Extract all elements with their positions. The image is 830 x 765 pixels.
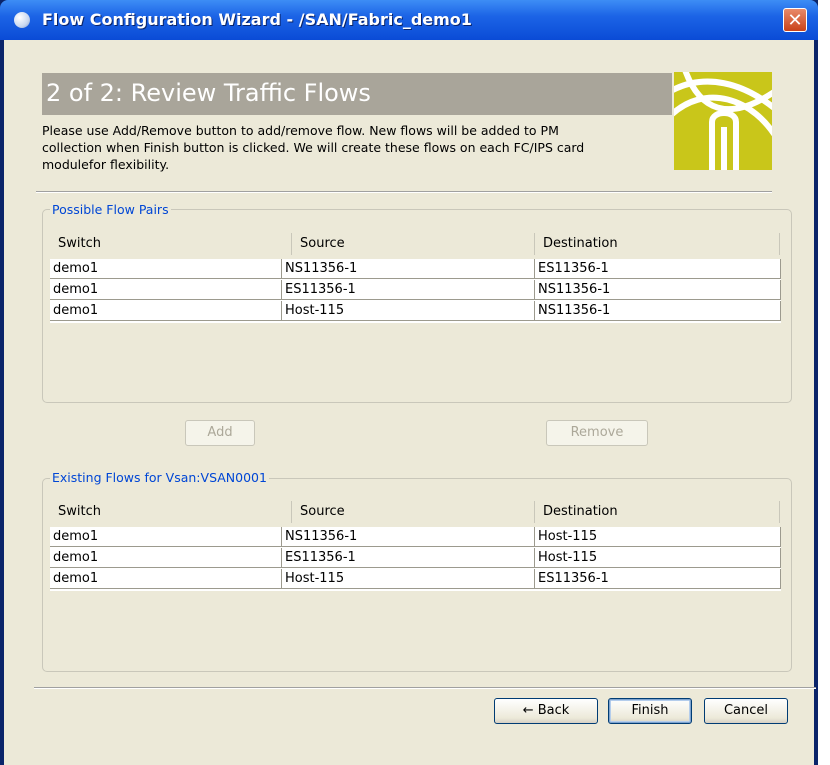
back-button[interactable]: ← Back — [494, 698, 598, 724]
column-header-destination[interactable]: Destination — [535, 501, 780, 523]
window-title: Flow Configuration Wizard - /SAN/Fabric_… — [42, 10, 472, 29]
cell-source: ES11356-1 — [282, 280, 535, 300]
existing-flows-table: demo1 NS11356-1 Host-115 demo1 ES11356-1… — [50, 527, 781, 591]
back-arrow-icon: ← — [522, 703, 534, 718]
wizard-body: 2 of 2: Review Traffic Flows Please use … — [4, 40, 816, 765]
add-button[interactable]: Add — [185, 420, 255, 446]
table-row[interactable]: demo1 Host-115 NS11356-1 — [50, 301, 781, 321]
cell-source: NS11356-1 — [282, 259, 535, 279]
close-icon: ✕ — [787, 10, 803, 31]
header-bar: 2 of 2: Review Traffic Flows — [42, 73, 672, 115]
page-description: Please use Add/Remove button to add/remo… — [42, 122, 672, 173]
column-header-switch[interactable]: Switch — [50, 501, 292, 523]
column-header-source[interactable]: Source — [292, 233, 535, 255]
existing-flows-label: Existing Flows for Vsan:VSAN0001 — [50, 470, 269, 485]
logo-icon — [674, 72, 772, 170]
wizard-window: Flow Configuration Wizard - /SAN/Fabric_… — [0, 0, 818, 765]
finish-button[interactable]: Finish — [608, 698, 692, 724]
possible-flows-table: demo1 NS11356-1 ES11356-1 demo1 ES11356-… — [50, 259, 781, 323]
cell-switch: demo1 — [50, 527, 282, 547]
cell-destination: Host-115 — [535, 548, 781, 568]
cell-source: Host-115 — [282, 301, 535, 321]
column-header-source[interactable]: Source — [292, 501, 535, 523]
cell-destination: ES11356-1 — [535, 259, 781, 279]
cell-source: ES11356-1 — [282, 548, 535, 568]
cell-switch: demo1 — [50, 259, 282, 279]
description-line: collection when Finish button is clicked… — [42, 140, 585, 155]
description-line: Please use Add/Remove button to add/remo… — [42, 123, 559, 138]
title-bar[interactable]: Flow Configuration Wizard - /SAN/Fabric_… — [0, 0, 818, 40]
footer-divider — [34, 687, 816, 689]
wizard-logo — [674, 72, 772, 170]
page-title: 2 of 2: Review Traffic Flows — [46, 79, 371, 107]
table-row[interactable]: demo1 NS11356-1 ES11356-1 — [50, 259, 781, 279]
remove-button[interactable]: Remove — [546, 420, 648, 446]
cell-source: NS11356-1 — [282, 527, 535, 547]
description-line: modulefor flexibility. — [42, 157, 170, 172]
header-divider — [36, 191, 772, 193]
cell-destination: NS11356-1 — [535, 301, 781, 321]
cell-switch: demo1 — [50, 548, 282, 568]
cell-destination: ES11356-1 — [535, 569, 781, 589]
table-row[interactable]: demo1 Host-115 ES11356-1 — [50, 569, 781, 589]
cell-switch: demo1 — [50, 569, 282, 589]
column-header-destination[interactable]: Destination — [535, 233, 780, 255]
possible-flows-label: Possible Flow Pairs — [50, 202, 171, 217]
column-header-switch[interactable]: Switch — [50, 233, 292, 255]
cell-destination: NS11356-1 — [535, 280, 781, 300]
app-icon — [14, 12, 30, 28]
table-row[interactable]: demo1 ES11356-1 NS11356-1 — [50, 280, 781, 300]
table-row[interactable]: demo1 NS11356-1 Host-115 — [50, 527, 781, 547]
cell-destination: Host-115 — [535, 527, 781, 547]
cancel-button[interactable]: Cancel — [704, 698, 788, 724]
back-button-label: Back — [537, 703, 570, 718]
close-button[interactable]: ✕ — [783, 8, 807, 32]
table-row[interactable]: demo1 ES11356-1 Host-115 — [50, 548, 781, 568]
cell-source: Host-115 — [282, 569, 535, 589]
cell-switch: demo1 — [50, 301, 282, 321]
cell-switch: demo1 — [50, 280, 282, 300]
